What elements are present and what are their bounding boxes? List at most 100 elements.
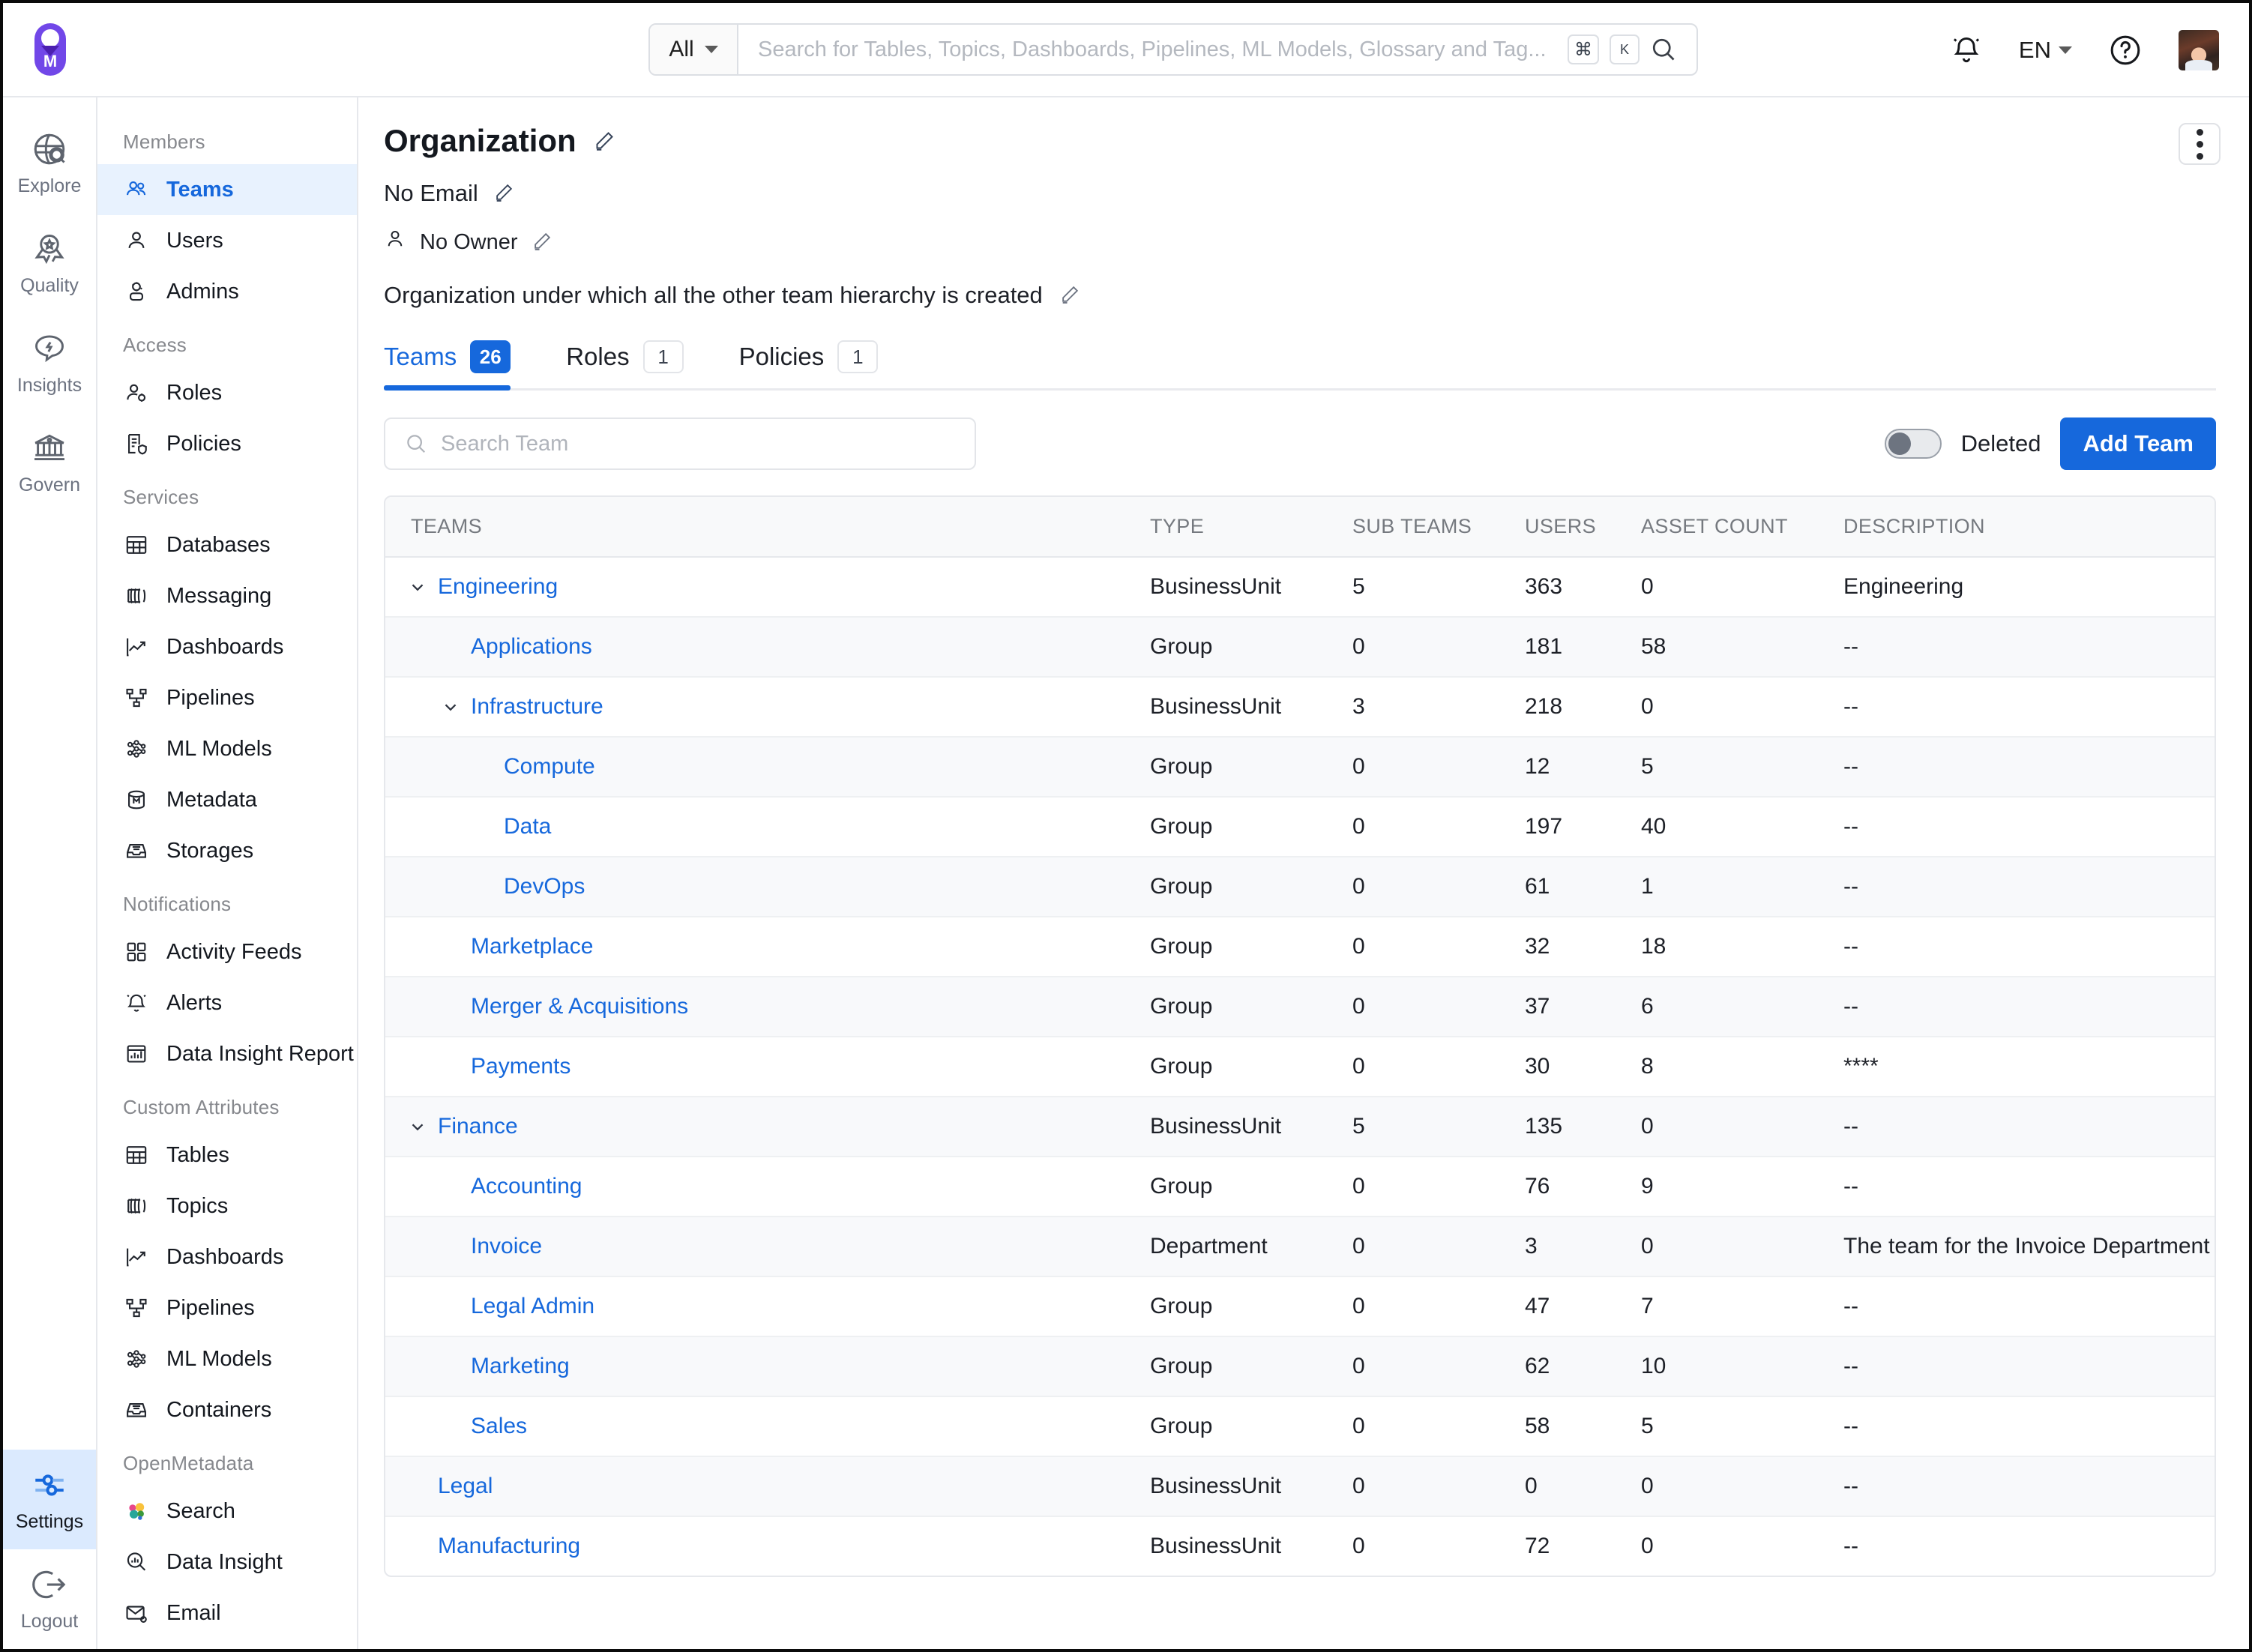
team-link[interactable]: Marketing bbox=[471, 1354, 570, 1379]
table-row[interactable]: Legal Admin Group 0 47 7 -- bbox=[385, 1276, 2215, 1337]
team-link[interactable]: Legal Admin bbox=[471, 1294, 594, 1319]
sidebar-item-alerts[interactable]: Alerts bbox=[97, 977, 357, 1028]
question-circle-icon[interactable] bbox=[2108, 33, 2143, 67]
search-input-area[interactable]: Search for Tables, Topics, Dashboards, P… bbox=[738, 25, 1696, 74]
team-link[interactable]: Finance bbox=[438, 1114, 518, 1139]
table-row[interactable]: Infrastructure BusinessUnit 3 218 0 -- bbox=[385, 677, 2215, 738]
col-header-type[interactable]: TYPE bbox=[1150, 497, 1352, 558]
team-link[interactable]: Invoice bbox=[471, 1234, 542, 1259]
sidebar-item-teams[interactable]: Teams bbox=[97, 164, 357, 215]
table-row[interactable]: Merger & Acquisitions Group 0 37 6 -- bbox=[385, 977, 2215, 1037]
search-input[interactable]: Search for Tables, Topics, Dashboards, P… bbox=[758, 37, 1557, 62]
table-row[interactable]: DevOps Group 0 61 1 -- bbox=[385, 857, 2215, 917]
edit-email-icon[interactable] bbox=[493, 182, 516, 205]
chevron-down-icon[interactable] bbox=[406, 576, 429, 598]
cell-description: **** bbox=[1843, 1037, 2215, 1097]
table-row[interactable]: Sales Group 0 58 5 -- bbox=[385, 1396, 2215, 1457]
sidebar-item-users[interactable]: Users bbox=[97, 215, 357, 266]
sidebar-item-dashboards[interactable]: Dashboards bbox=[97, 621, 357, 672]
team-link[interactable]: Payments bbox=[471, 1054, 570, 1079]
chevron-down-icon[interactable] bbox=[439, 696, 462, 718]
table-row[interactable]: Payments Group 0 30 8 **** bbox=[385, 1037, 2215, 1097]
col-header-teams[interactable]: TEAMS bbox=[385, 497, 1150, 558]
sidebar-item-storages[interactable]: Storages bbox=[97, 825, 357, 876]
bell-icon[interactable] bbox=[1950, 34, 1983, 67]
rail-item-govern[interactable]: Govern bbox=[3, 413, 96, 513]
team-link[interactable]: Engineering bbox=[438, 574, 558, 600]
tab-count-policies: 1 bbox=[837, 340, 879, 373]
language-selector[interactable]: EN bbox=[2019, 37, 2072, 64]
sidebar-item-messaging[interactable]: Messaging bbox=[97, 570, 357, 621]
sidebar-item-containers[interactable]: Containers bbox=[97, 1384, 357, 1435]
table-row[interactable]: Data Group 0 197 40 -- bbox=[385, 797, 2215, 857]
table-row[interactable]: Engineering BusinessUnit 5 363 0 Engineering bbox=[385, 557, 2215, 618]
col-header-sub-teams[interactable]: SUB TEAMS bbox=[1352, 497, 1525, 558]
team-link[interactable]: Compute bbox=[504, 754, 595, 780]
team-link[interactable]: Legal bbox=[438, 1474, 493, 1499]
team-link[interactable]: Accounting bbox=[471, 1174, 582, 1199]
sidebar-item-activity-feeds[interactable]: Activity Feeds bbox=[97, 926, 357, 977]
sidebar-item-policies[interactable]: Policies bbox=[97, 418, 357, 469]
sidebar-item-topics[interactable]: Topics bbox=[97, 1181, 357, 1232]
avatar[interactable] bbox=[2179, 30, 2219, 70]
rail-item-insights[interactable]: Insights bbox=[3, 313, 96, 413]
team-link[interactable]: Data bbox=[504, 814, 551, 839]
sidebar-item-pipelines-custom[interactable]: Pipelines bbox=[97, 1282, 357, 1333]
add-team-button[interactable]: Add Team bbox=[2060, 417, 2216, 470]
sidebar-item-data-insight[interactable]: Data Insight bbox=[97, 1537, 357, 1588]
line-chart-icon bbox=[123, 1243, 150, 1270]
sidebar-item-databases[interactable]: Databases bbox=[97, 519, 357, 570]
table-row[interactable]: Applications Group 0 181 58 -- bbox=[385, 617, 2215, 678]
col-header-description[interactable]: DESCRIPTION bbox=[1843, 497, 2215, 558]
edit-title-icon[interactable] bbox=[593, 130, 615, 152]
rail-item-quality[interactable]: Quality bbox=[3, 214, 96, 313]
team-link[interactable]: Sales bbox=[471, 1414, 527, 1439]
sidebar-item-dashboards-custom[interactable]: Dashboards bbox=[97, 1232, 357, 1282]
app-logo[interactable]: M bbox=[3, 3, 97, 97]
team-search-box[interactable]: Search Team bbox=[384, 417, 976, 470]
edit-owner-icon[interactable] bbox=[532, 231, 554, 253]
chevron-down-icon[interactable] bbox=[406, 1115, 429, 1138]
table-row[interactable]: Marketplace Group 0 32 18 -- bbox=[385, 917, 2215, 977]
sidebar-item-ml-models[interactable]: ML Models bbox=[97, 723, 357, 774]
sidebar-item-tables[interactable]: Tables bbox=[97, 1130, 357, 1181]
sidebar-item-email[interactable]: Email bbox=[97, 1588, 357, 1639]
col-header-users[interactable]: USERS bbox=[1525, 497, 1641, 558]
col-header-asset-count[interactable]: ASSET COUNT bbox=[1641, 497, 1843, 558]
team-link[interactable]: Marketplace bbox=[471, 934, 593, 959]
team-search-input[interactable]: Search Team bbox=[441, 432, 568, 456]
rail-item-logout[interactable]: Logout bbox=[3, 1549, 96, 1649]
table-row[interactable]: Compute Group 0 12 5 -- bbox=[385, 737, 2215, 798]
global-search-bar[interactable]: All Search for Tables, Topics, Dashboard… bbox=[648, 23, 1698, 76]
search-icon[interactable] bbox=[1650, 36, 1677, 63]
team-link[interactable]: Manufacturing bbox=[438, 1534, 580, 1559]
sidebar-item-metadata[interactable]: Metadata bbox=[97, 774, 357, 825]
sidebar-label-pipelines: Pipelines bbox=[166, 685, 255, 710]
team-link[interactable]: Merger & Acquisitions bbox=[471, 994, 688, 1019]
team-link[interactable]: DevOps bbox=[504, 874, 585, 899]
deleted-toggle[interactable] bbox=[1884, 429, 1942, 459]
more-options-button[interactable] bbox=[2179, 123, 2221, 165]
table-row[interactable]: Accounting Group 0 76 9 -- bbox=[385, 1157, 2215, 1217]
sidebar-item-roles[interactable]: Roles bbox=[97, 367, 357, 418]
tab-roles[interactable]: Roles 1 bbox=[566, 340, 684, 388]
rail-item-settings[interactable]: Settings bbox=[3, 1450, 96, 1549]
sidebar-item-ml-models-custom[interactable]: ML Models bbox=[97, 1333, 357, 1384]
table-row[interactable]: Manufacturing BusinessUnit 0 72 0 -- bbox=[385, 1516, 2215, 1576]
sidebar-item-search[interactable]: Search bbox=[97, 1486, 357, 1537]
search-scope-dropdown[interactable]: All bbox=[650, 25, 738, 74]
table-row[interactable]: Invoice Department 0 3 0 The team for the Inv… bbox=[385, 1217, 2215, 1277]
table-controls: Search Team Deleted Add Team bbox=[384, 417, 2216, 470]
sidebar-item-pipelines[interactable]: Pipelines bbox=[97, 672, 357, 723]
table-row[interactable]: Finance BusinessUnit 5 135 0 -- bbox=[385, 1097, 2215, 1157]
team-link[interactable]: Infrastructure bbox=[471, 694, 603, 720]
team-link[interactable]: Applications bbox=[471, 634, 592, 660]
table-row[interactable]: Legal BusinessUnit 0 0 0 -- bbox=[385, 1456, 2215, 1517]
tab-policies[interactable]: Policies 1 bbox=[739, 340, 879, 388]
sidebar-item-data-insight-report[interactable]: Data Insight Report bbox=[97, 1028, 357, 1079]
sidebar-item-admins[interactable]: Admins bbox=[97, 266, 357, 317]
tab-teams[interactable]: Teams 26 bbox=[384, 340, 511, 391]
table-row[interactable]: Marketing Group 0 62 10 -- bbox=[385, 1336, 2215, 1397]
edit-description-icon[interactable] bbox=[1059, 284, 1082, 307]
rail-item-explore[interactable]: Explore bbox=[3, 114, 96, 214]
